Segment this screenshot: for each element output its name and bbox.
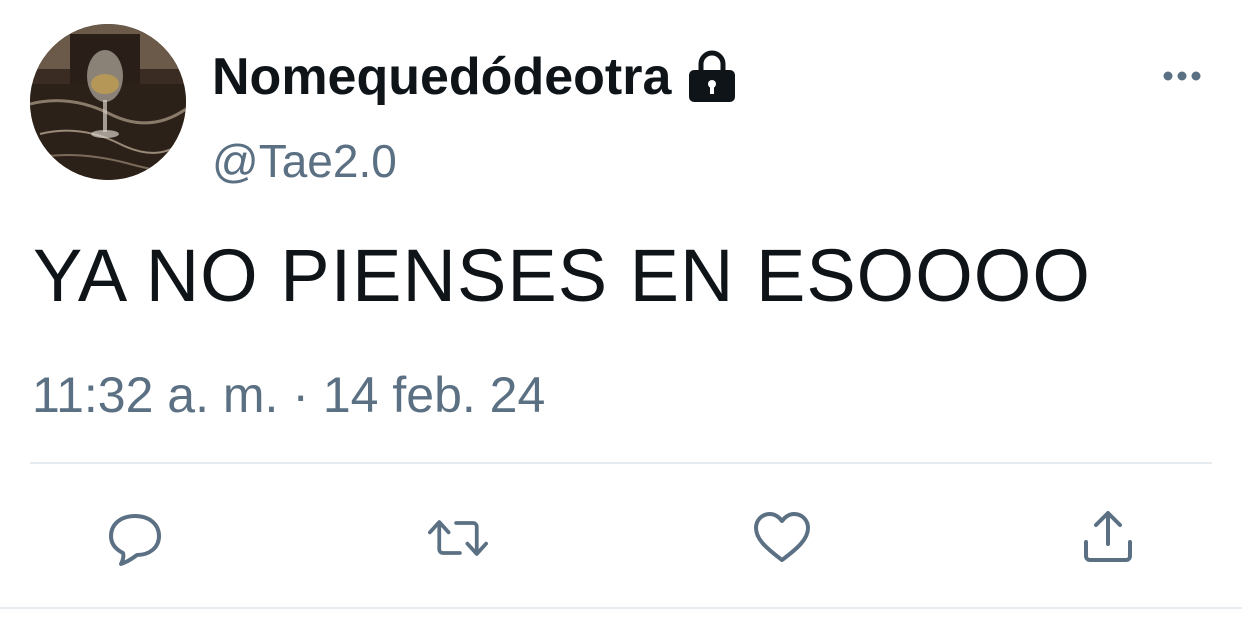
avatar[interactable]	[30, 24, 186, 180]
avatar-image	[30, 24, 186, 180]
reply-button[interactable]	[105, 508, 165, 568]
reply-icon	[109, 514, 161, 566]
more-options-button[interactable]	[1150, 56, 1214, 96]
display-name-text: Nomequedódeotra	[212, 48, 672, 106]
lock-icon	[683, 48, 741, 106]
tweet-timestamp[interactable]: 11:32 a. m. · 14 feb. 24	[32, 364, 545, 426]
like-button[interactable]	[752, 508, 812, 568]
bottom-divider	[0, 607, 1242, 609]
divider	[30, 462, 1212, 464]
retweet-icon	[428, 520, 488, 556]
share-button[interactable]	[1078, 508, 1138, 568]
heart-icon	[754, 512, 810, 562]
share-icon	[1084, 511, 1132, 562]
retweet-button[interactable]	[428, 508, 488, 568]
user-handle[interactable]: @Tae2.0	[212, 134, 397, 188]
display-name[interactable]: Nomequedódeotra	[212, 46, 741, 108]
ellipsis-icon	[1163, 71, 1201, 81]
tweet-text: YA NO PIENSES EN ESOOOO	[33, 234, 1091, 317]
